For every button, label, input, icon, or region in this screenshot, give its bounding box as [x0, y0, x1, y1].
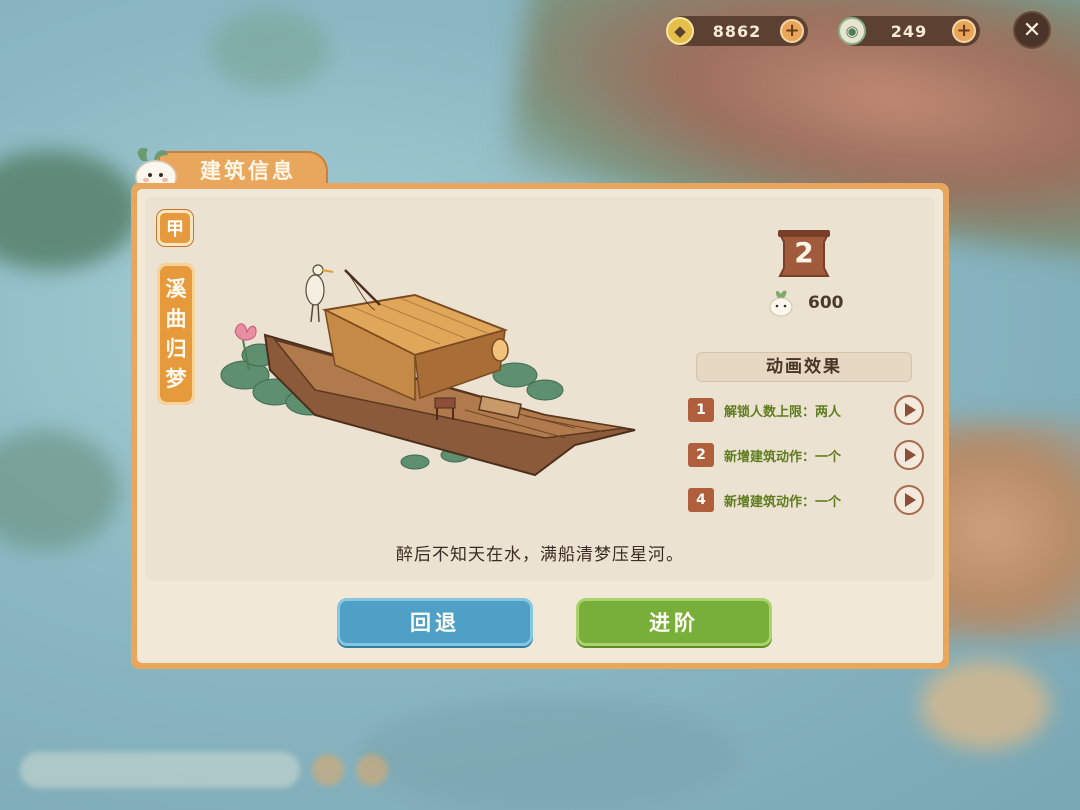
sprout-currency-icon [769, 290, 793, 317]
background-plant [920, 660, 1050, 750]
jade-amount: 249 [890, 21, 928, 41]
advance-button[interactable]: 进阶 [576, 598, 772, 646]
back-button[interactable]: 回退 [337, 598, 533, 646]
building-description: 醉后不知天在水，满船清梦压星河。 [396, 545, 684, 565]
background-bottom-icon [356, 754, 388, 786]
play-icon [905, 448, 916, 462]
background-plant [210, 10, 330, 90]
effect-row: 1 解锁人数上限：两人 [688, 394, 928, 426]
boat-illustration [220, 264, 636, 477]
effect-row: 4 新增建筑动作：一个 [688, 484, 928, 516]
building-name-char: 归 [165, 337, 187, 361]
play-animation-button[interactable] [894, 395, 924, 425]
jade-coin-icon: ◉ [838, 17, 866, 45]
building-name-char: 曲 [165, 307, 187, 331]
grade-badge: 甲 [157, 210, 193, 246]
coin-counter: ◆ 8862 + [666, 16, 808, 46]
close-button[interactable]: ✕ [1013, 11, 1051, 49]
effect-text: 解锁人数上限：两人 [724, 404, 842, 420]
play-animation-button[interactable] [894, 485, 924, 515]
play-icon [905, 493, 916, 507]
building-name-char: 梦 [165, 367, 187, 391]
effect-text: 新增建筑动作：一个 [724, 449, 842, 465]
effect-level-badge: 2 [688, 443, 714, 467]
background-bottom-icon [312, 754, 344, 786]
effect-text: 新增建筑动作：一个 [724, 494, 842, 510]
background-plant [360, 700, 740, 810]
effects-header: 动画效果 [696, 352, 912, 382]
coin-amount: 8862 [712, 21, 762, 41]
effect-row: 2 新增建筑动作：一个 [688, 439, 928, 471]
close-icon: ✕ [1022, 17, 1042, 43]
building-name-char: 溪 [165, 277, 187, 301]
cost-amount: 600 [808, 293, 844, 313]
panel-title: 建筑信息 [200, 159, 296, 183]
play-icon [905, 403, 916, 417]
background-bottom-bar [20, 752, 300, 788]
effect-level-badge: 1 [688, 398, 714, 422]
jade-counter: ◉ 249 + [838, 16, 980, 46]
upgrade-cost: 600 [766, 288, 844, 318]
effect-level-badge: 4 [688, 488, 714, 512]
add-jade-button[interactable]: + [952, 19, 976, 43]
level-number: 2 [794, 236, 814, 269]
play-animation-button[interactable] [894, 440, 924, 470]
coin-icon: ◆ [666, 17, 694, 45]
building-name-tag: 溪 曲 归 梦 [157, 263, 195, 405]
add-coins-button[interactable]: + [780, 19, 804, 43]
